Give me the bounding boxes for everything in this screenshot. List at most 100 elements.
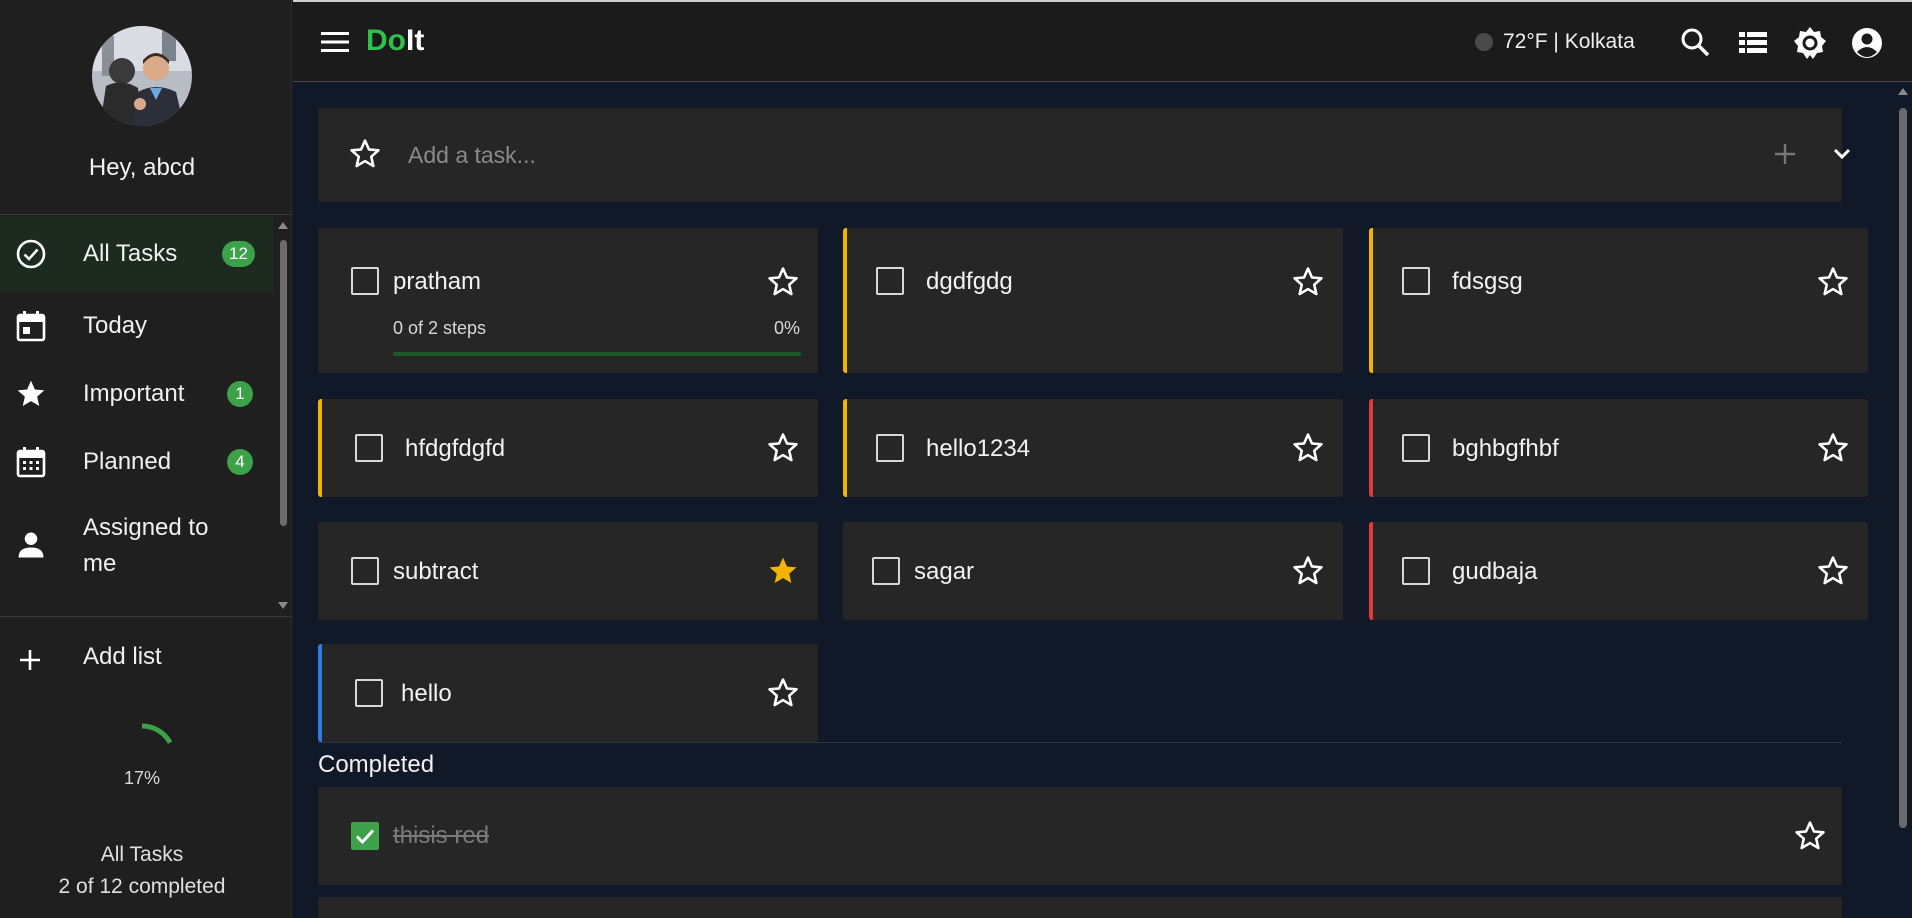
task-checkbox[interactable] xyxy=(1402,434,1430,462)
task-card[interactable]: pratham 0 of 2 steps 0% xyxy=(318,228,818,373)
menu-icon[interactable] xyxy=(319,28,351,56)
scroll-up-arrow-icon[interactable] xyxy=(278,222,288,229)
completed-task-card[interactable] xyxy=(318,897,1842,918)
search-icon[interactable] xyxy=(1679,26,1713,60)
star-outline-icon[interactable] xyxy=(1816,265,1850,299)
task-title: hello xyxy=(401,680,452,707)
checked-checkbox-icon[interactable] xyxy=(351,822,379,850)
sidebar-item-label-line2: me xyxy=(83,550,117,577)
task-checkbox[interactable] xyxy=(355,434,383,462)
star-outline-icon[interactable] xyxy=(1291,431,1325,465)
count-badge: 4 xyxy=(227,449,253,475)
task-checkbox[interactable] xyxy=(876,434,904,462)
app-logo: DoIt xyxy=(366,24,424,58)
task-title: bghbgfhbf xyxy=(1452,435,1559,462)
list-view-icon[interactable] xyxy=(1736,26,1770,60)
sidebar-divider xyxy=(0,214,292,215)
star-outline-icon[interactable] xyxy=(1816,554,1850,588)
task-title: hfdgfdgfd xyxy=(405,435,506,462)
top-header: DoIt 72°F | Kolkata xyxy=(293,0,1912,82)
task-card[interactable]: sagar xyxy=(843,522,1343,620)
sidebar-item-all-tasks[interactable]: All Tasks 12 xyxy=(0,216,274,292)
star-icon xyxy=(14,377,48,411)
task-card[interactable]: fdsgsg xyxy=(1369,228,1868,373)
avatar[interactable] xyxy=(92,26,192,126)
weather-text: 72°F | Kolkata xyxy=(1503,30,1635,53)
task-card[interactable]: hello1234 xyxy=(843,399,1343,497)
completion-percent: 17% xyxy=(123,768,161,788)
priority-accent xyxy=(1369,399,1373,497)
task-checkbox[interactable] xyxy=(872,557,900,585)
weather-widget: 72°F | Kolkata xyxy=(1475,30,1635,54)
weather-icon xyxy=(1475,33,1493,51)
add-list-label: Add list xyxy=(83,643,162,670)
task-title: gudbaja xyxy=(1452,558,1538,585)
sidebar-scrollbar[interactable] xyxy=(276,218,290,614)
logo-it: It xyxy=(406,24,425,57)
priority-accent xyxy=(1369,522,1373,620)
star-outline-icon[interactable] xyxy=(766,265,800,299)
plus-icon xyxy=(15,645,45,675)
task-title: fdsgsg xyxy=(1452,268,1523,295)
star-outline-icon[interactable] xyxy=(766,676,800,710)
star-filled-icon[interactable] xyxy=(766,554,800,588)
completed-divider xyxy=(318,742,1842,743)
completed-section-title: Completed xyxy=(318,751,435,778)
summary-count: 2 of 12 completed xyxy=(58,875,226,898)
star-outline-icon[interactable] xyxy=(766,431,800,465)
task-card[interactable]: bghbgfhbf xyxy=(1369,399,1868,497)
task-checkbox[interactable] xyxy=(1402,557,1430,585)
task-title: thisis red xyxy=(393,822,490,849)
sidebar-item-today[interactable]: Today xyxy=(0,292,274,360)
scroll-down-arrow-icon[interactable] xyxy=(278,602,288,609)
task-card[interactable]: dgdfgdg xyxy=(843,228,1343,373)
count-badge: 1 xyxy=(227,381,253,407)
completed-task-card[interactable]: thisis red xyxy=(318,787,1842,885)
add-list-button[interactable]: Add list xyxy=(0,640,284,680)
calendar-today-icon xyxy=(14,309,48,343)
account-icon[interactable] xyxy=(1850,26,1884,60)
priority-accent xyxy=(318,644,322,742)
scroll-up-arrow-icon[interactable] xyxy=(1898,88,1908,95)
task-title: subtract xyxy=(393,558,479,585)
add-task-bar xyxy=(318,108,1851,202)
person-icon xyxy=(14,528,48,562)
chevron-down-icon[interactable] xyxy=(1828,140,1856,168)
main-content: pratham 0 of 2 steps 0% dgdfgdg fdsgsg h… xyxy=(293,83,1912,918)
sidebar-item-planned[interactable]: Planned 4 xyxy=(0,428,274,496)
star-outline-icon[interactable] xyxy=(348,137,382,171)
summary-title: All Tasks xyxy=(100,843,184,866)
scrollbar-thumb[interactable] xyxy=(1899,108,1907,828)
logo-do: Do xyxy=(366,24,406,57)
check-circle-icon xyxy=(14,237,48,271)
priority-accent xyxy=(318,399,322,497)
priority-accent xyxy=(843,228,847,373)
task-title: sagar xyxy=(914,558,975,585)
sidebar-item-label: Assigned to xyxy=(83,514,209,541)
star-outline-icon[interactable] xyxy=(1793,819,1827,853)
sidebar-item-label: Today xyxy=(83,312,148,339)
sidebar-item-label: Important xyxy=(83,380,185,407)
task-checkbox[interactable] xyxy=(351,557,379,585)
task-checkbox[interactable] xyxy=(1402,267,1430,295)
task-checkbox[interactable] xyxy=(355,679,383,707)
calendar-grid-icon xyxy=(14,445,48,479)
sidebar-item-assigned[interactable]: Assigned to me xyxy=(0,496,274,596)
task-card[interactable]: hfdgfdgfd xyxy=(318,399,818,497)
plus-icon[interactable] xyxy=(1770,139,1800,169)
scrollbar-thumb[interactable] xyxy=(280,240,287,526)
add-task-input[interactable] xyxy=(408,136,1608,174)
task-card[interactable]: hello xyxy=(318,644,818,742)
sidebar-item-important[interactable]: Important 1 xyxy=(0,360,274,428)
task-checkbox[interactable] xyxy=(876,267,904,295)
task-card[interactable]: subtract xyxy=(318,522,818,620)
sidebar-divider xyxy=(0,616,292,617)
main-scrollbar[interactable] xyxy=(1894,84,1912,918)
task-checkbox[interactable] xyxy=(351,267,379,295)
theme-icon[interactable] xyxy=(1793,26,1827,60)
task-card[interactable]: gudbaja xyxy=(1369,522,1868,620)
sidebar-item-label: Planned xyxy=(83,448,172,475)
star-outline-icon[interactable] xyxy=(1291,265,1325,299)
star-outline-icon[interactable] xyxy=(1816,431,1850,465)
star-outline-icon[interactable] xyxy=(1291,554,1325,588)
